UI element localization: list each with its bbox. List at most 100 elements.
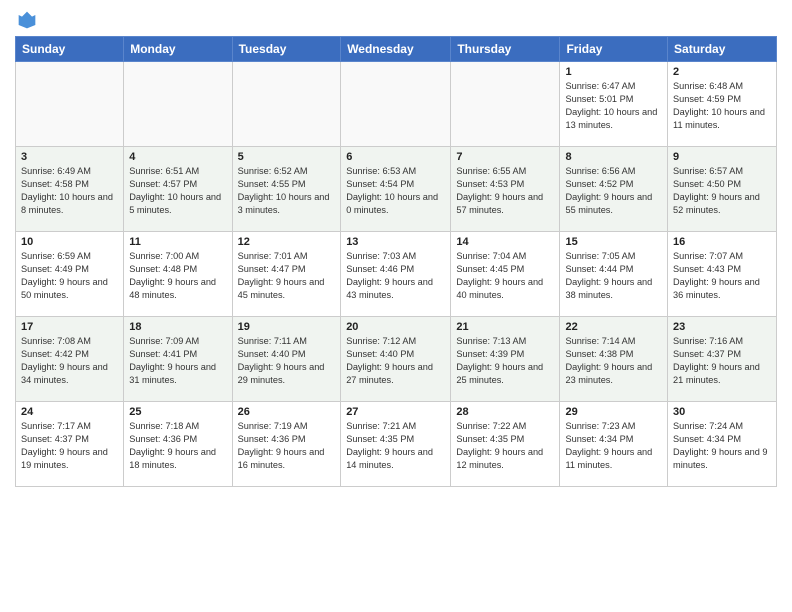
header	[15, 10, 777, 30]
day-number: 5	[238, 151, 336, 163]
day-info: Sunrise: 6:55 AM Sunset: 4:53 PM Dayligh…	[456, 165, 554, 217]
day-info: Sunrise: 7:00 AM Sunset: 4:48 PM Dayligh…	[129, 250, 226, 302]
day-number: 18	[129, 321, 226, 333]
day-number: 13	[346, 236, 445, 248]
logo-icon	[17, 10, 37, 30]
day-number: 17	[21, 321, 118, 333]
day-info: Sunrise: 6:57 AM Sunset: 4:50 PM Dayligh…	[673, 165, 771, 217]
day-info: Sunrise: 7:12 AM Sunset: 4:40 PM Dayligh…	[346, 335, 445, 387]
day-number: 20	[346, 321, 445, 333]
day-number: 12	[238, 236, 336, 248]
calendar-cell	[232, 62, 341, 147]
day-info: Sunrise: 7:14 AM Sunset: 4:38 PM Dayligh…	[565, 335, 662, 387]
day-info: Sunrise: 6:53 AM Sunset: 4:54 PM Dayligh…	[346, 165, 445, 217]
day-number: 16	[673, 236, 771, 248]
day-number: 9	[673, 151, 771, 163]
calendar-cell: 4 Sunrise: 6:51 AM Sunset: 4:57 PM Daylig…	[124, 147, 232, 232]
day-info: Sunrise: 7:08 AM Sunset: 4:42 PM Dayligh…	[21, 335, 118, 387]
day-info: Sunrise: 6:47 AM Sunset: 5:01 PM Dayligh…	[565, 80, 662, 132]
calendar-cell: 10Sunrise: 6:59 AM Sunset: 4:49 PM Dayli…	[16, 232, 124, 317]
day-info: Sunrise: 6:52 AM Sunset: 4:55 PM Dayligh…	[238, 165, 336, 217]
week-row-3: 17 Sunrise: 7:08 AM Sunset: 4:42 PM Dayli…	[16, 317, 777, 402]
calendar-table: Sunday Monday Tuesday Wednesday Thursday…	[15, 36, 777, 487]
day-info: Sunrise: 7:07 AM Sunset: 4:43 PM Dayligh…	[673, 250, 771, 302]
calendar-cell: 12 Sunrise: 7:01 AM Sunset: 4:47 PM Dayli…	[232, 232, 341, 317]
calendar-cell: 24 Sunrise: 7:17 AM Sunset: 4:37 PM Dayli…	[16, 402, 124, 487]
day-number: 25	[129, 406, 226, 418]
day-number: 10	[21, 236, 118, 248]
day-info: Sunrise: 7:17 AM Sunset: 4:37 PM Dayligh…	[21, 420, 118, 472]
header-thursday: Thursday	[451, 37, 560, 62]
header-wednesday: Wednesday	[341, 37, 451, 62]
calendar-cell: 19 Sunrise: 7:11 AM Sunset: 4:40 PM Dayli…	[232, 317, 341, 402]
week-row-1: 3 Sunrise: 6:49 AM Sunset: 4:58 PM Daylig…	[16, 147, 777, 232]
calendar-cell: 8 Sunrise: 6:56 AM Sunset: 4:52 PM Daylig…	[560, 147, 668, 232]
calendar-cell: 17 Sunrise: 7:08 AM Sunset: 4:42 PM Dayli…	[16, 317, 124, 402]
calendar-cell: 9 Sunrise: 6:57 AM Sunset: 4:50 PM Daylig…	[668, 147, 777, 232]
day-info: Sunrise: 7:01 AM Sunset: 4:47 PM Dayligh…	[238, 250, 336, 302]
calendar-cell: 20 Sunrise: 7:12 AM Sunset: 4:40 PM Dayli…	[341, 317, 451, 402]
day-number: 4	[129, 151, 226, 163]
day-info: Sunrise: 6:56 AM Sunset: 4:52 PM Dayligh…	[565, 165, 662, 217]
calendar-cell	[16, 62, 124, 147]
calendar-cell: 22Sunrise: 7:14 AM Sunset: 4:38 PM Dayli…	[560, 317, 668, 402]
day-info: Sunrise: 6:49 AM Sunset: 4:58 PM Dayligh…	[21, 165, 118, 217]
day-number: 23	[673, 321, 771, 333]
calendar-cell: 7 Sunrise: 6:55 AM Sunset: 4:53 PM Daylig…	[451, 147, 560, 232]
week-row-4: 24 Sunrise: 7:17 AM Sunset: 4:37 PM Dayli…	[16, 402, 777, 487]
calendar-cell: 30 Sunrise: 7:24 AM Sunset: 4:34 PM Dayli…	[668, 402, 777, 487]
calendar-cell: 26 Sunrise: 7:19 AM Sunset: 4:36 PM Dayli…	[232, 402, 341, 487]
day-number: 28	[456, 406, 554, 418]
day-number: 21	[456, 321, 554, 333]
day-info: Sunrise: 7:18 AM Sunset: 4:36 PM Dayligh…	[129, 420, 226, 472]
calendar-cell: 2 Sunrise: 6:48 AM Sunset: 4:59 PM Daylig…	[668, 62, 777, 147]
calendar-cell: 16 Sunrise: 7:07 AM Sunset: 4:43 PM Dayli…	[668, 232, 777, 317]
day-info: Sunrise: 7:22 AM Sunset: 4:35 PM Dayligh…	[456, 420, 554, 472]
day-info: Sunrise: 6:51 AM Sunset: 4:57 PM Dayligh…	[129, 165, 226, 217]
day-number: 14	[456, 236, 554, 248]
calendar-cell: 18 Sunrise: 7:09 AM Sunset: 4:41 PM Dayli…	[124, 317, 232, 402]
calendar-cell: 25 Sunrise: 7:18 AM Sunset: 4:36 PM Dayli…	[124, 402, 232, 487]
day-number: 2	[673, 66, 771, 78]
day-info: Sunrise: 7:16 AM Sunset: 4:37 PM Dayligh…	[673, 335, 771, 387]
header-sunday: Sunday	[16, 37, 124, 62]
day-number: 1	[565, 66, 662, 78]
day-number: 30	[673, 406, 771, 418]
calendar-cell: 5 Sunrise: 6:52 AM Sunset: 4:55 PM Daylig…	[232, 147, 341, 232]
day-number: 24	[21, 406, 118, 418]
week-row-0: 1 Sunrise: 6:47 AM Sunset: 5:01 PM Daylig…	[16, 62, 777, 147]
calendar-cell: 27Sunrise: 7:21 AM Sunset: 4:35 PM Dayli…	[341, 402, 451, 487]
calendar-cell: 23 Sunrise: 7:16 AM Sunset: 4:37 PM Dayli…	[668, 317, 777, 402]
day-number: 15	[565, 236, 662, 248]
day-info: Sunrise: 7:11 AM Sunset: 4:40 PM Dayligh…	[238, 335, 336, 387]
day-info: Sunrise: 6:48 AM Sunset: 4:59 PM Dayligh…	[673, 80, 771, 132]
calendar-cell	[341, 62, 451, 147]
calendar-cell: 15 Sunrise: 7:05 AM Sunset: 4:44 PM Dayli…	[560, 232, 668, 317]
header-monday: Monday	[124, 37, 232, 62]
day-info: Sunrise: 7:04 AM Sunset: 4:45 PM Dayligh…	[456, 250, 554, 302]
day-info: Sunrise: 7:13 AM Sunset: 4:39 PM Dayligh…	[456, 335, 554, 387]
calendar-cell: 28 Sunrise: 7:22 AM Sunset: 4:35 PM Dayli…	[451, 402, 560, 487]
header-saturday: Saturday	[668, 37, 777, 62]
calendar-cell: 21 Sunrise: 7:13 AM Sunset: 4:39 PM Dayli…	[451, 317, 560, 402]
header-tuesday: Tuesday	[232, 37, 341, 62]
day-number: 27	[346, 406, 445, 418]
calendar-cell: 6Sunrise: 6:53 AM Sunset: 4:54 PM Daylig…	[341, 147, 451, 232]
day-info: Sunrise: 7:19 AM Sunset: 4:36 PM Dayligh…	[238, 420, 336, 472]
week-row-2: 10Sunrise: 6:59 AM Sunset: 4:49 PM Dayli…	[16, 232, 777, 317]
day-number: 3	[21, 151, 118, 163]
calendar-cell: 11Sunrise: 7:00 AM Sunset: 4:48 PM Dayli…	[124, 232, 232, 317]
day-number: 8	[565, 151, 662, 163]
day-info: Sunrise: 7:09 AM Sunset: 4:41 PM Dayligh…	[129, 335, 226, 387]
day-number: 7	[456, 151, 554, 163]
day-number: 26	[238, 406, 336, 418]
calendar-cell	[124, 62, 232, 147]
calendar-cell: 13Sunrise: 7:03 AM Sunset: 4:46 PM Dayli…	[341, 232, 451, 317]
day-number: 19	[238, 321, 336, 333]
logo	[15, 10, 37, 30]
day-info: Sunrise: 7:05 AM Sunset: 4:44 PM Dayligh…	[565, 250, 662, 302]
day-info: Sunrise: 7:23 AM Sunset: 4:34 PM Dayligh…	[565, 420, 662, 472]
calendar-cell: 3 Sunrise: 6:49 AM Sunset: 4:58 PM Daylig…	[16, 147, 124, 232]
header-friday: Friday	[560, 37, 668, 62]
day-info: Sunrise: 7:24 AM Sunset: 4:34 PM Dayligh…	[673, 420, 771, 472]
